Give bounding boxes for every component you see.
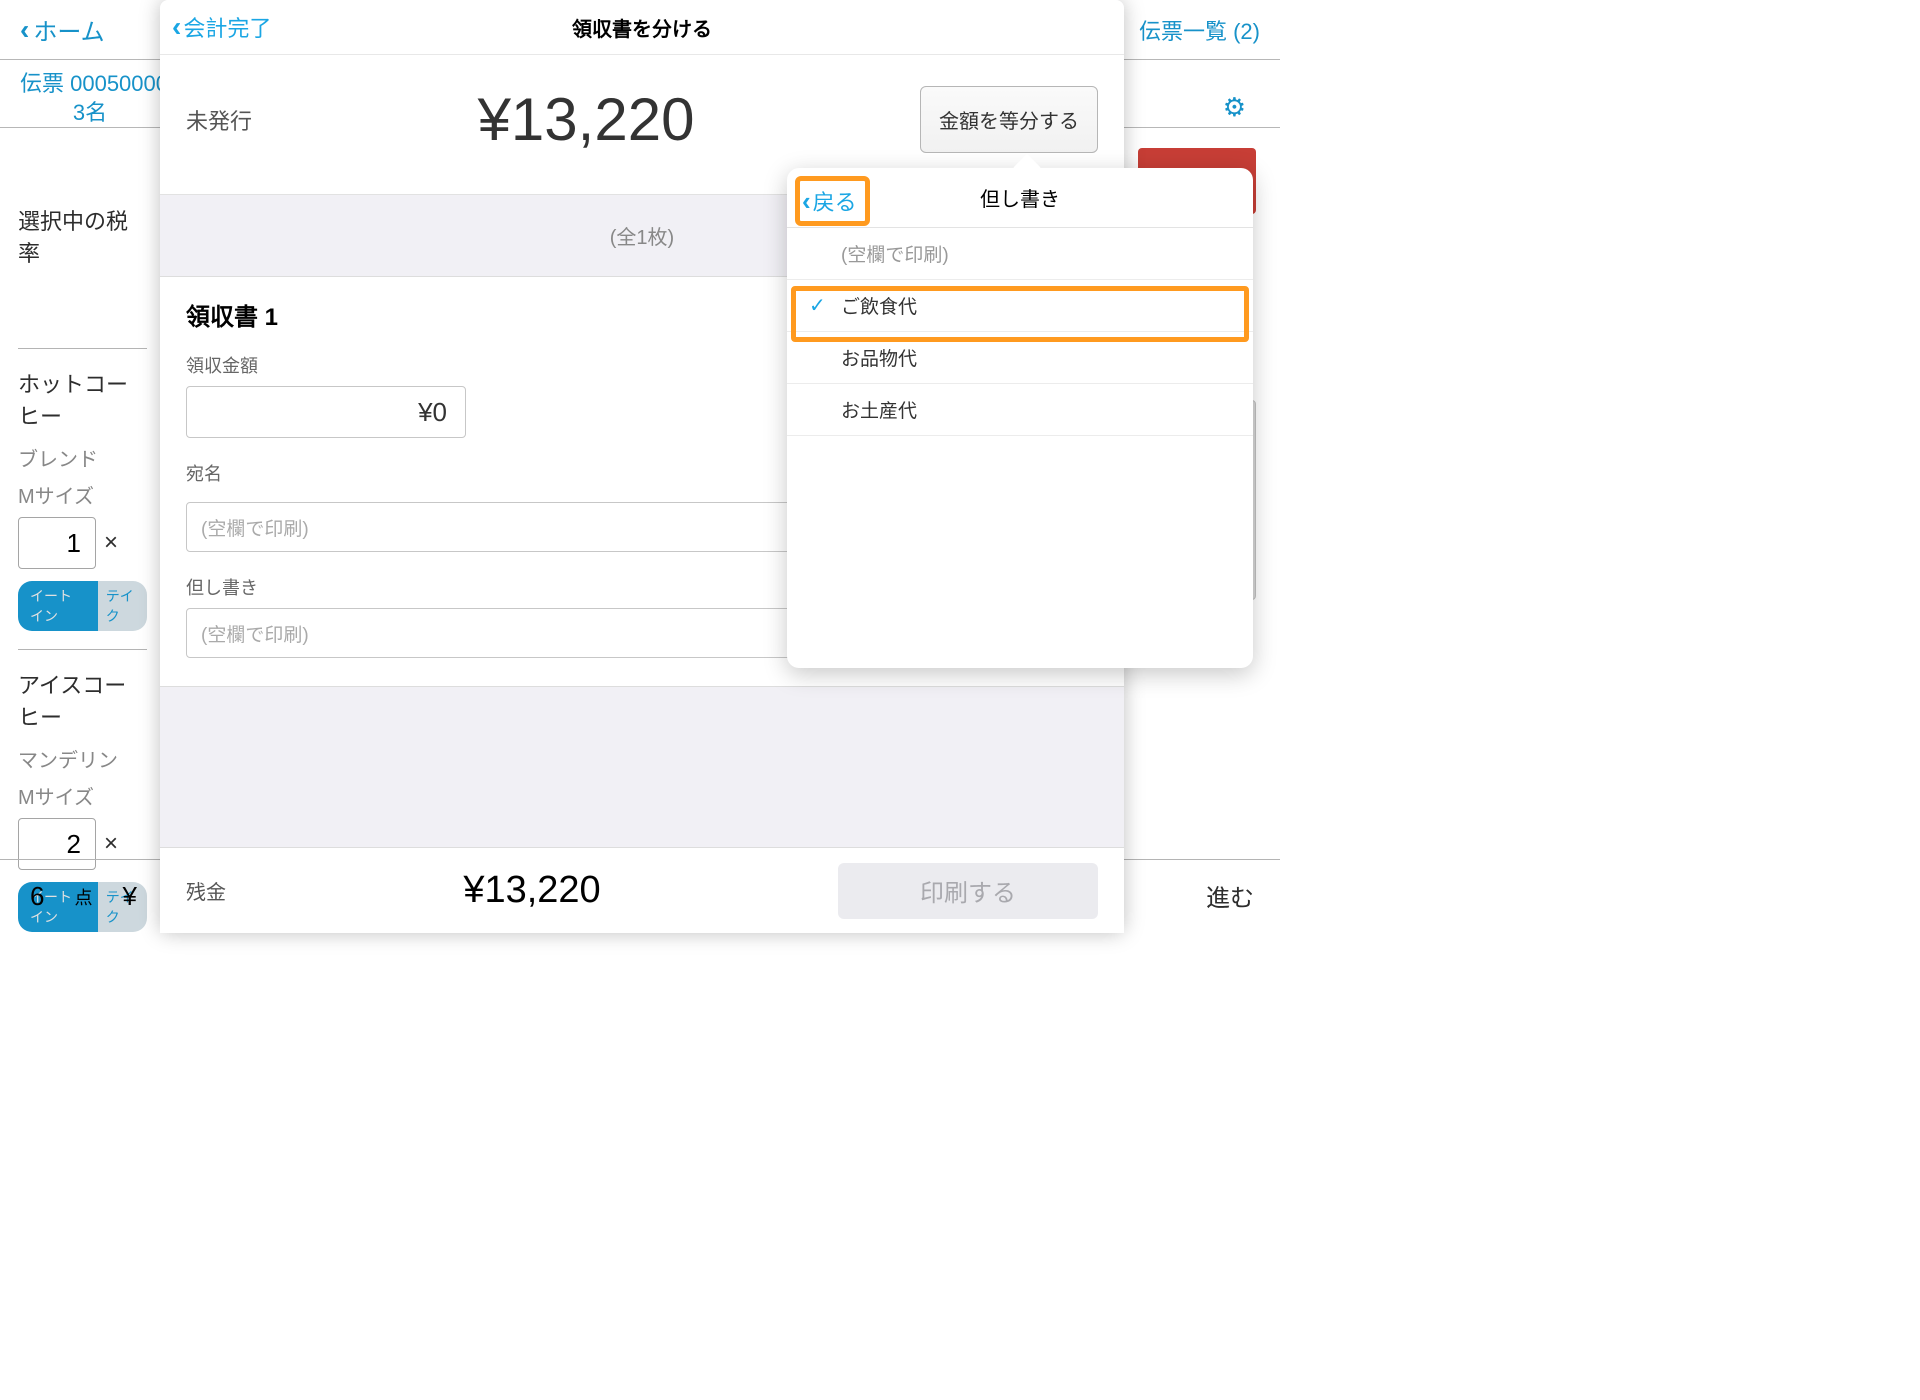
chevron-left-icon: ‹ [802,186,811,217]
tax-rate-label: 選択中の税率 [18,148,147,268]
gear-icon[interactable]: ⚙ [1223,92,1246,123]
multiply-icon: × [104,830,118,858]
home-label: ホーム [33,12,104,47]
party-size: 3名 [20,99,160,128]
popover-back-label: 戻る [813,185,857,217]
split-evenly-button[interactable]: 金額を等分する [920,86,1098,153]
item-count-unit: 点 [74,884,92,910]
item-name: アイスコーヒー [18,668,147,732]
chevron-left-icon: ‹ [20,14,29,46]
modal-back-label: 会計完了 [183,11,271,43]
note-placeholder: (空欄で印刷) [201,620,309,647]
qty-input[interactable]: 1 [18,517,96,569]
item-variant: マンデリン [18,744,147,773]
slip-number: 伝票 00050000 [20,71,168,96]
highlight-back: ‹ 戻る [795,176,870,226]
remaining-amount: ¥13,220 [246,869,818,912]
home-back-button[interactable]: ‹ ホーム [20,12,105,47]
proceed-button[interactable]: 進む [1206,878,1254,913]
unissued-label: 未発行 [186,104,252,136]
option-label: (空欄で印刷) [841,240,949,267]
yen-symbol: ¥ [122,881,136,912]
takeout-tag[interactable]: テイク [98,581,147,631]
note-option-dining[interactable]: ✓ ご飲食代 [787,280,1253,332]
note-option-blank[interactable]: (空欄で印刷) [787,228,1253,280]
receipt-amount-input[interactable]: ¥0 [186,386,466,438]
note-option-goods[interactable]: お品物代 [787,332,1253,384]
multiply-icon: × [104,529,118,557]
item-size: Mサイズ [18,781,147,810]
note-option-souvenir[interactable]: お土産代 [787,384,1253,436]
check-icon: ✓ [809,293,826,318]
option-label: お土産代 [841,396,917,423]
print-button[interactable]: 印刷する [838,863,1098,919]
total-amount: ¥13,220 [252,85,920,154]
item-variant: ブレンド [18,443,147,472]
remaining-label: 残金 [186,876,226,905]
option-label: ご飲食代 [841,292,917,319]
chevron-left-icon: ‹ [172,11,181,43]
eatin-tag[interactable]: イートイン [18,581,98,631]
item-name: ホットコーヒー [18,367,147,431]
option-label: お品物代 [841,344,917,371]
popover-back-button[interactable]: ‹ 戻る [802,185,857,217]
addressee-placeholder: (空欄で印刷) [201,514,309,541]
note-popover: ‹ 戻る 但し書き (空欄で印刷) ✓ ご飲食代 お品物代 お土産代 [787,168,1253,668]
addressee-field-label: 宛名 [186,460,222,486]
modal-back-button[interactable]: ‹ 会計完了 [172,11,271,43]
slip-list-link[interactable]: 伝票一覧 (2) [1139,14,1260,46]
modal-title: 領収書を分ける [572,13,712,42]
popover-title: 但し書き [980,183,1060,212]
item-count: 6 [30,881,44,912]
item-size: Mサイズ [18,480,147,509]
